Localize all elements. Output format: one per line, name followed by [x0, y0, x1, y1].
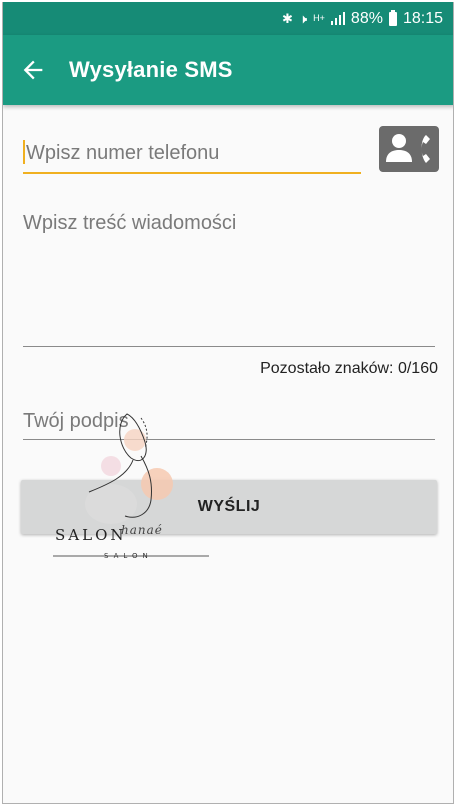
- phone-number-placeholder: Wpisz numer telefonu: [26, 142, 220, 164]
- status-bar: ✱ 🕨 H+ 88% 18:15: [3, 2, 453, 35]
- battery-percent: 88%: [350, 9, 383, 27]
- signature-placeholder: Twój podpis: [23, 410, 129, 432]
- counter-label: Pozostało znaków:: [260, 360, 394, 377]
- message-input[interactable]: Wpisz treść wiadomości: [23, 208, 435, 347]
- app-toolbar: Wysyłanie SMS: [3, 35, 453, 105]
- network-type-icon: H+: [313, 13, 325, 23]
- back-arrow-icon[interactable]: [19, 56, 47, 84]
- message-placeholder: Wpisz treść wiadomości: [23, 212, 237, 234]
- battery-icon: [388, 9, 397, 26]
- bluetooth-icon: ✱: [282, 11, 293, 26]
- app-window: ✱ 🕨 H+ 88% 18:15 Wysyłanie SMS Wpisz num…: [2, 2, 454, 804]
- pick-contact-button[interactable]: [379, 126, 439, 172]
- contact-phone-icon: [386, 134, 430, 163]
- send-button[interactable]: WYŚLIJ: [21, 480, 437, 534]
- clock: 18:15: [402, 9, 443, 27]
- vibrate-mute-icon: 🕨: [298, 11, 308, 26]
- signal-icon: [330, 12, 345, 25]
- page-title: Wysyłanie SMS: [69, 57, 233, 82]
- status-icons: ✱ 🕨 H+ 88% 18:15: [282, 2, 443, 35]
- logo-text-salon-small: SALON: [104, 552, 153, 560]
- text-cursor: [23, 140, 25, 164]
- character-counter: Pozostało znaków: 0/160: [260, 360, 438, 378]
- signature-input[interactable]: Twój podpis: [23, 406, 435, 440]
- counter-value: 0/160: [397, 360, 438, 377]
- phone-number-input[interactable]: Wpisz numer telefonu: [23, 134, 361, 174]
